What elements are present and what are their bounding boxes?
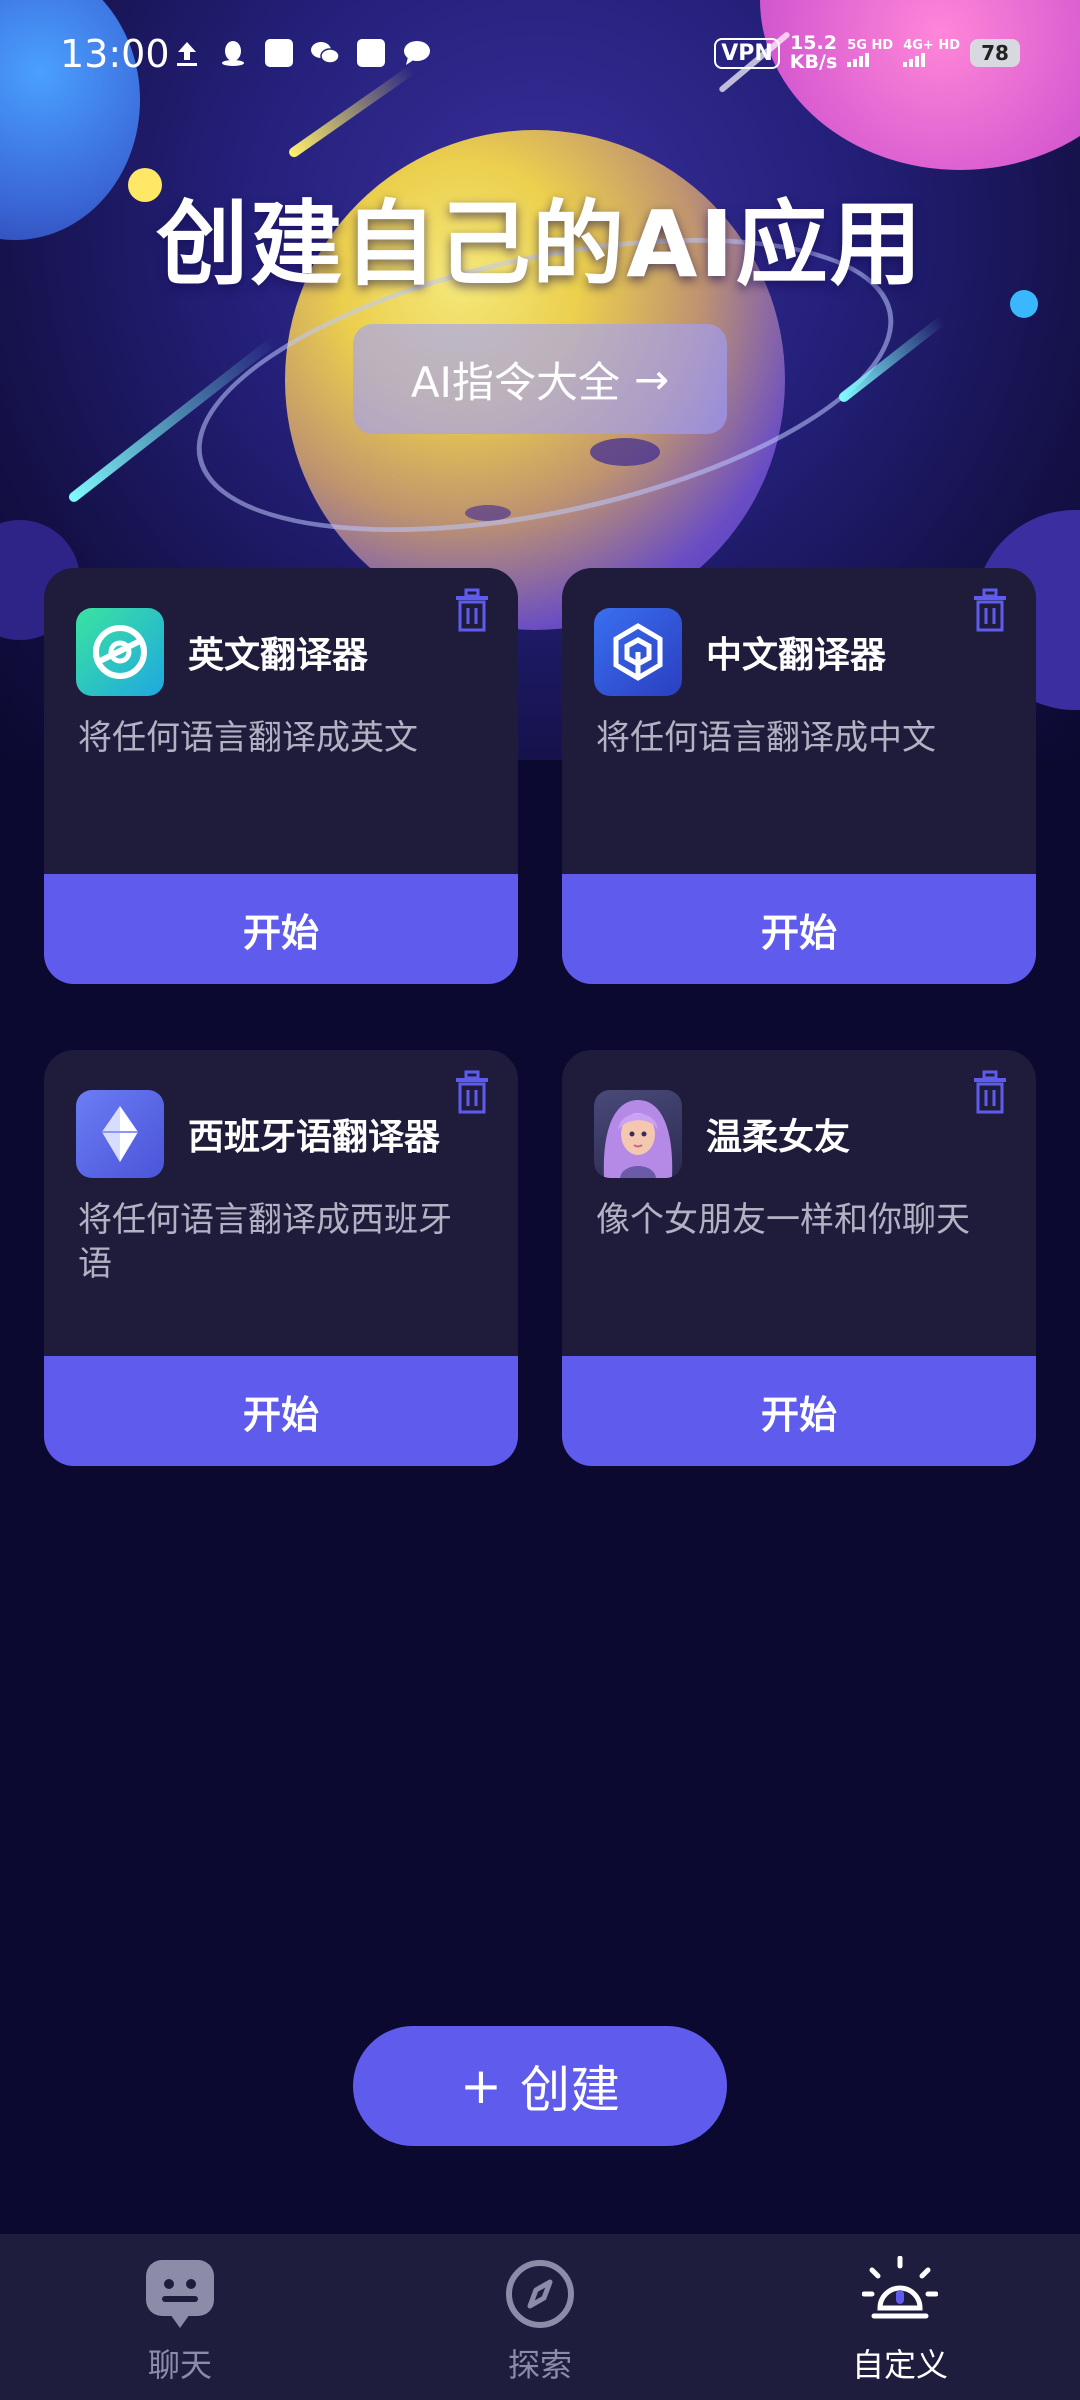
nav-label: 聊天	[147, 2346, 212, 2384]
create-button[interactable]: + 创建	[353, 2026, 727, 2146]
card-description: 将任何语言翻译成西班牙语	[78, 1200, 452, 1284]
app-card-spanish-translator[interactable]: 西班牙语翻译器 将任何语言翻译成西班牙语 开始	[44, 1050, 518, 1466]
plus-icon: +	[460, 2057, 502, 2115]
bottom-nav: 聊天 探索 自定义	[0, 2234, 1080, 2400]
status-indicators: VPN 15.2 KB/s 5G HD 4G+ HD 78	[714, 34, 1020, 72]
nav-item-custom[interactable]: 自定义	[720, 2234, 1080, 2400]
card-title: 温柔女友	[706, 1117, 851, 1158]
signal-5g-label: 5G HD	[847, 38, 894, 53]
nav-item-explore[interactable]: 探索	[360, 2234, 720, 2400]
english-translator-icon	[76, 608, 164, 696]
signal-bars-icon	[847, 53, 870, 67]
upload-icon	[172, 38, 202, 68]
card-title: 英文翻译器	[188, 635, 369, 676]
notification-icons	[172, 38, 432, 68]
card-header: 温柔女友	[594, 1090, 850, 1178]
network-speed: 15.2 KB/s	[790, 34, 837, 72]
card-title: 中文翻译器	[706, 635, 887, 676]
start-button[interactable]: 开始	[44, 1356, 518, 1466]
girlfriend-avatar-icon	[594, 1090, 682, 1178]
wechat-icon	[310, 38, 340, 68]
start-button[interactable]: 开始	[562, 1356, 1036, 1466]
start-button[interactable]: 开始	[44, 874, 518, 984]
signal-5g: 5G HD	[847, 39, 893, 67]
trash-icon[interactable]	[970, 1070, 1010, 1114]
trash-icon[interactable]	[970, 588, 1010, 632]
nav-label: 自定义	[851, 2346, 948, 2384]
card-title: 西班牙语翻译器	[188, 1117, 441, 1158]
app-card-gentle-girlfriend[interactable]: 温柔女友 像个女朋友一样和你聊天 开始	[562, 1050, 1036, 1466]
compass-icon	[506, 2260, 574, 2328]
chinese-translator-icon	[594, 608, 682, 696]
j-app-icon	[356, 38, 386, 68]
card-header: 中文翻译器	[594, 608, 886, 696]
qq-icon	[218, 38, 248, 68]
page-title: 创建自己的AI应用	[156, 191, 924, 298]
spanish-translator-icon	[76, 1090, 164, 1178]
status-time: 13:00	[60, 32, 170, 76]
message-icon	[402, 38, 432, 68]
card-description: 将任何语言翻译成中文	[596, 718, 936, 758]
create-label: 创建	[519, 2061, 620, 2119]
vpn-badge: VPN	[714, 37, 780, 69]
ai-commands-label: AI指令大全	[410, 357, 620, 407]
status-bar: 13:00 VPN 15.2 KB/s 5G HD 4G+ HD 78	[0, 0, 1080, 110]
ai-commands-button[interactable]: AI指令大全 →	[353, 324, 727, 434]
card-header: 西班牙语翻译器	[76, 1090, 440, 1178]
lightbulb-icon	[862, 2256, 938, 2319]
card-description: 像个女朋友一样和你聊天	[596, 1200, 970, 1240]
start-button[interactable]: 开始	[562, 874, 1036, 984]
trash-icon[interactable]	[452, 588, 492, 632]
nav-item-chat[interactable]: 聊天	[0, 2234, 360, 2400]
gallery-app-icon	[264, 38, 294, 68]
chat-icon	[146, 2260, 214, 2328]
signal-4g: 4G+ HD	[903, 39, 960, 67]
card-header: 英文翻译器	[76, 608, 368, 696]
app-card-english-translator[interactable]: 英文翻译器 将任何语言翻译成英文 开始	[44, 568, 518, 984]
trash-icon[interactable]	[452, 1070, 492, 1114]
nav-label: 探索	[507, 2346, 572, 2384]
card-description: 将任何语言翻译成英文	[78, 718, 418, 758]
signal-bars-icon	[903, 53, 926, 67]
arrow-right-icon: →	[633, 354, 670, 404]
app-card-chinese-translator[interactable]: 中文翻译器 将任何语言翻译成中文 开始	[562, 568, 1036, 984]
signal-4g-label: 4G+ HD	[903, 38, 960, 53]
battery-icon: 78	[970, 39, 1020, 67]
network-speed-unit: KB/s	[789, 51, 838, 73]
